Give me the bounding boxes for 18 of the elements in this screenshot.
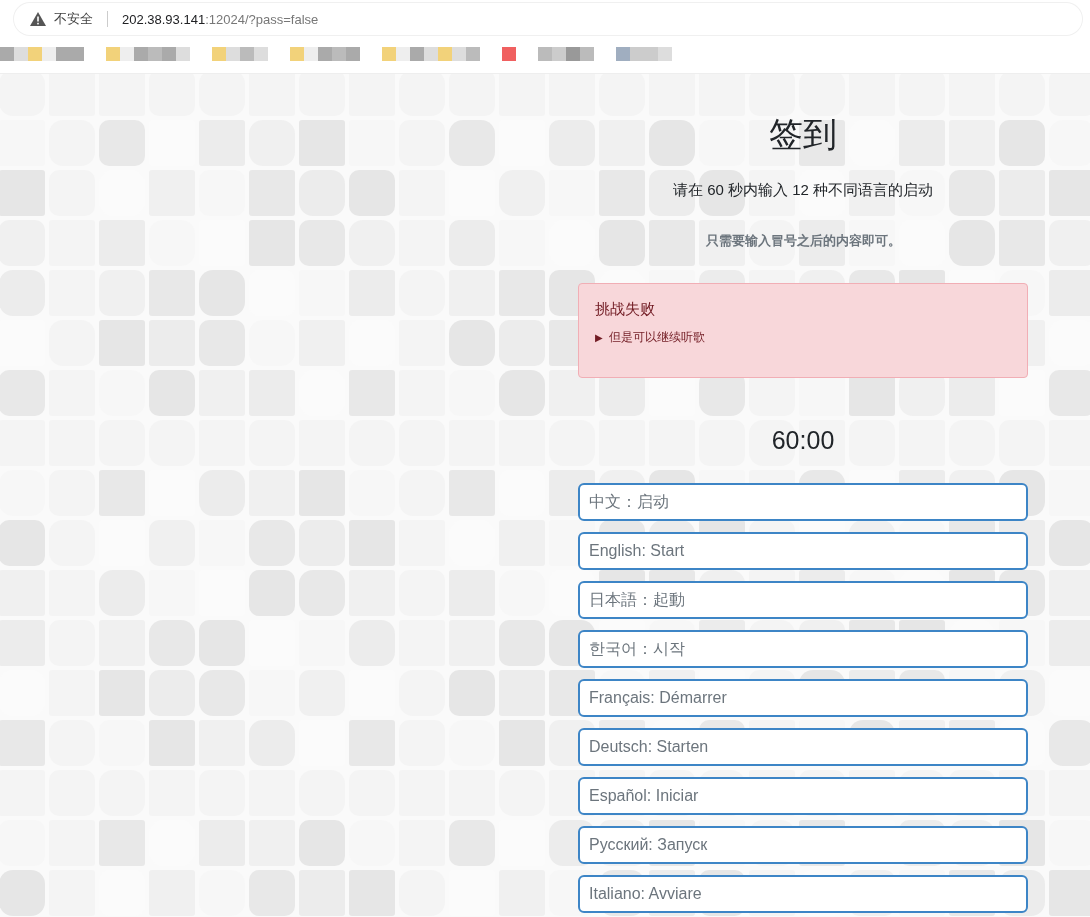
page-title: 签到: [768, 114, 838, 154]
answer-field[interactable]: English: Start: [578, 532, 1028, 570]
answer-field[interactable]: Español: Iniciar: [578, 777, 1028, 815]
answer-field[interactable]: Italiano: Avviare: [578, 875, 1028, 913]
alert-title: 挑战失败: [595, 300, 656, 319]
warning-icon: [30, 12, 46, 26]
note-text: 只需要输入冒号之后的内容即可。: [704, 232, 902, 250]
answer-field[interactable]: Deutsch: Starten: [578, 728, 1028, 766]
answer-field[interactable]: Français: Démarrer: [578, 679, 1028, 717]
disclosure-toggle[interactable]: ▶ 但是可以继续听歌: [595, 329, 1011, 346]
security-label[interactable]: 不安全: [54, 10, 93, 28]
instruction-text: 请在 60 秒内输入 12 种不同语言的启动: [671, 181, 934, 200]
answer-field[interactable]: 中文：启动: [578, 483, 1028, 521]
answer-field[interactable]: 한국어：시작: [578, 630, 1028, 668]
url-text[interactable]: 202.38.93.141:12024/?pass=false: [122, 11, 319, 27]
timer-text: 60:00: [770, 426, 836, 455]
answer-field[interactable]: 日本語：起動: [578, 581, 1028, 619]
answer-field[interactable]: Русский: Запуск: [578, 826, 1028, 864]
